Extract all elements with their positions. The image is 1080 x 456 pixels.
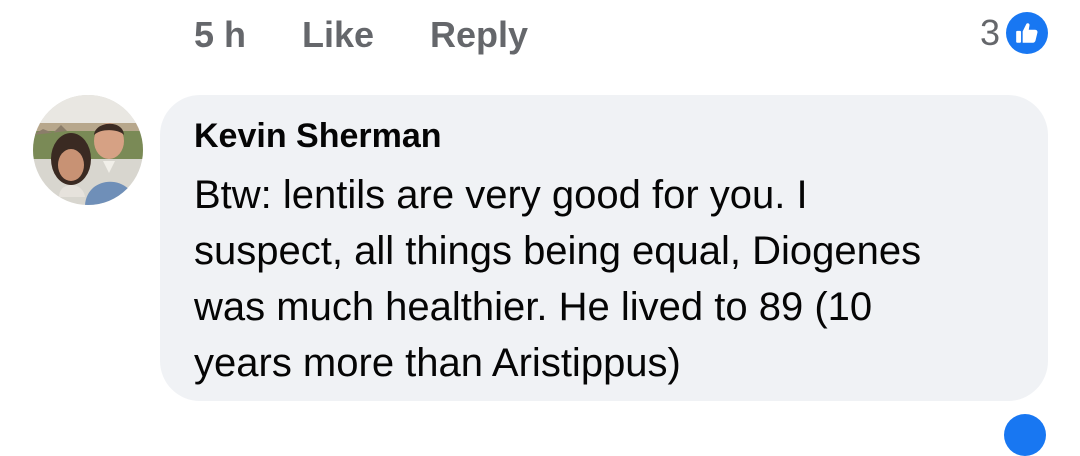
comment-text: Btw: lentils are very good for you. I su…: [194, 173, 922, 385]
reply-button[interactable]: Reply: [430, 14, 528, 56]
comment-author[interactable]: Kevin Sherman: [194, 115, 442, 157]
next-reaction-icon: [1004, 414, 1046, 456]
comment-bubble: Kevin Sherman Btw: lentils are very good…: [160, 95, 1048, 401]
previous-comment-actions: 5 h Like Reply 3: [0, 0, 1080, 70]
avatar-photo: [33, 95, 143, 205]
reaction-summary[interactable]: 3: [980, 10, 1048, 56]
reaction-count: 3: [979, 12, 1000, 53]
thumbs-up-icon: [1006, 12, 1048, 54]
comment-timestamp[interactable]: 5 h: [194, 14, 246, 56]
avatar[interactable]: [33, 95, 143, 205]
like-button[interactable]: Like: [302, 14, 374, 56]
